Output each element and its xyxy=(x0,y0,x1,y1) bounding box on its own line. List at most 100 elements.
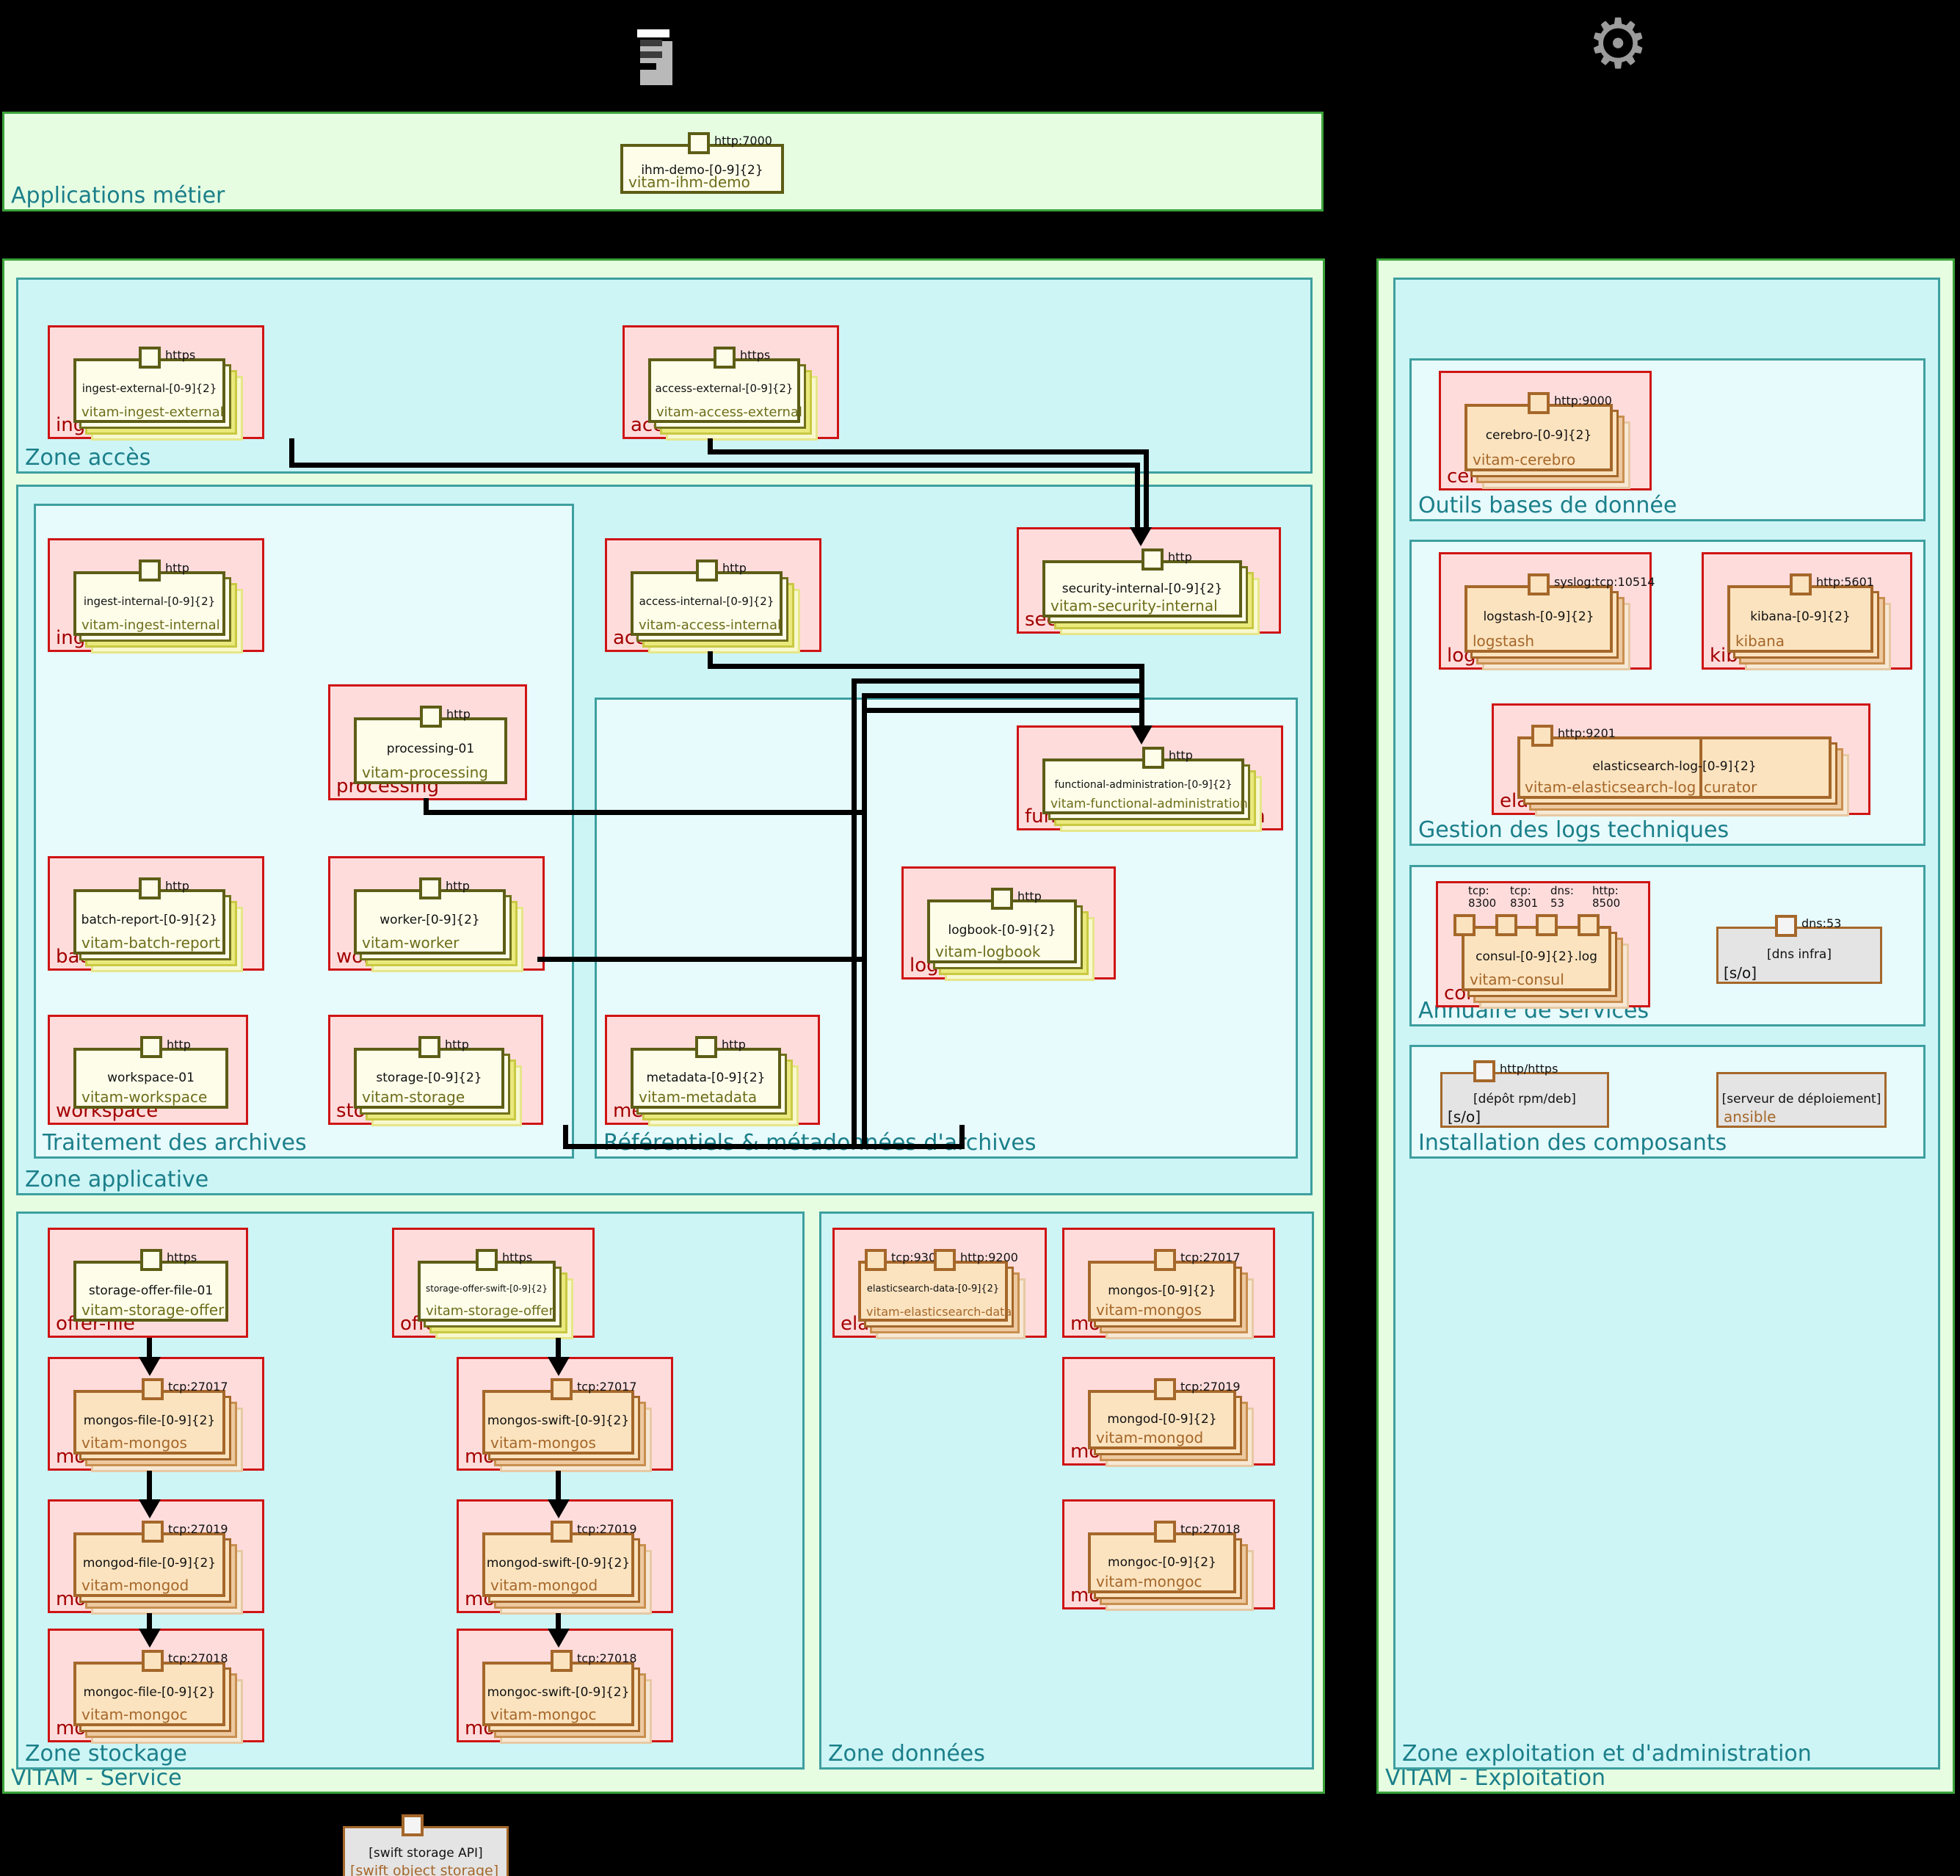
port-access-external xyxy=(714,347,736,369)
connector-line xyxy=(147,1338,152,1357)
card-line1: [swift storage API] xyxy=(345,1846,507,1861)
arrowhead xyxy=(139,1499,161,1518)
connector-line xyxy=(852,678,857,1144)
card-line2: [swift object storage] xyxy=(350,1863,498,1876)
port-offer-swift xyxy=(476,1249,498,1271)
card-line2: vitam-workspace xyxy=(81,1088,207,1106)
port-mongos-swift xyxy=(551,1378,573,1400)
port-label: http xyxy=(446,879,470,893)
card-line1: storage-[0-9]{2} xyxy=(357,1071,501,1085)
port-label: http xyxy=(167,1037,191,1051)
component-logstash: logstashlogstash-[0-9]{2}logstashsyslog:… xyxy=(1439,552,1652,670)
port-ingest-internal xyxy=(139,559,161,582)
card-line2: ansible xyxy=(1724,1108,1776,1126)
card-line2: vitam-batch-report xyxy=(81,934,220,952)
port-logstash xyxy=(1528,573,1550,595)
port-label: http xyxy=(1169,748,1193,762)
arrowhead xyxy=(548,1499,570,1518)
card-line1: worker-[0-9]{2} xyxy=(357,913,503,927)
card-line1: mongod-[0-9]{2} xyxy=(1091,1412,1233,1427)
component-metadata: metadatametadata-[0-9]{2}vitam-metadatah… xyxy=(605,1015,820,1125)
port-label: http:9200 xyxy=(960,1250,1018,1264)
card-line1: mongod-swift-[0-9]{2} xyxy=(485,1556,631,1571)
port-label: tcp:27018 xyxy=(1180,1522,1241,1536)
connector-line xyxy=(556,1338,561,1357)
port-label: tcp:27018 xyxy=(577,1651,637,1665)
port-storage xyxy=(418,1036,440,1058)
zone-label-donnees: Zone données xyxy=(828,1741,985,1767)
zone-label-install: Installation des composants xyxy=(1418,1130,1727,1156)
port-label: http:7000 xyxy=(714,134,772,148)
component-cerebro: cerebrocerebro-[0-9]{2}vitam-cerebrohttp… xyxy=(1439,371,1652,490)
card-elasticsearch-log: elasticsearch-log-[0-9]{2}vitam-elastics… xyxy=(1517,736,1832,799)
port-consul xyxy=(1578,914,1600,936)
card-line2: vitam-functional-administration xyxy=(1050,797,1248,811)
connector-line xyxy=(147,1471,152,1499)
zone-label-stockage: Zone stockage xyxy=(25,1741,187,1767)
port-functional-administration xyxy=(1142,747,1164,769)
port-label: http:5601 xyxy=(1816,575,1874,589)
card-line2: vitam-mongos xyxy=(1096,1301,1202,1319)
port-label: dns: 53 xyxy=(1550,885,1574,910)
zone-label-acces: Zone accès xyxy=(25,445,150,471)
component-elasticsearch-data: elasticsearch-dataelasticsearch-data-[0-… xyxy=(832,1228,1047,1338)
zone-label-exploit_admin: Zone exploitation et d'administration xyxy=(1402,1741,1812,1767)
arrowhead xyxy=(139,1357,161,1376)
card-line1: batch-report-[0-9]{2} xyxy=(76,913,222,927)
card-line2: vitam-mongos xyxy=(490,1434,596,1452)
arrowhead xyxy=(139,1629,161,1648)
card-line2: vitam-elasticsearch-data xyxy=(866,1305,1012,1319)
component-elasticsearch-log: elasticsearch-logelasticsearch-log-[0-9]… xyxy=(1492,703,1870,815)
card-line2: vitam-security-internal xyxy=(1050,597,1218,615)
card-line1: mongos-swift-[0-9]{2} xyxy=(485,1413,631,1428)
port-mongoc xyxy=(1154,1521,1176,1543)
connector-line xyxy=(289,463,1139,468)
card-line1: logstash-[0-9]{2} xyxy=(1467,609,1610,624)
component-mongos: mongosmongos-[0-9]{2}vitam-mongostcp:270… xyxy=(1062,1228,1275,1338)
card-dns-infra: [dns infra][s/o] xyxy=(1716,927,1882,984)
zone-label-outils: Outils bases de donnée xyxy=(1418,493,1677,518)
connector-line xyxy=(556,1613,561,1629)
connector-line xyxy=(862,693,1144,698)
port-metadata xyxy=(695,1036,717,1058)
port-ingest-external xyxy=(139,347,161,369)
port-label: http xyxy=(165,561,189,575)
port-label: tcp: 8301 xyxy=(1510,885,1538,910)
component-consul: consulconsul-[0-9]{2}.logvitam-consultcp… xyxy=(1436,881,1650,1007)
port-label: http xyxy=(1168,550,1192,564)
card-line1: [dns infra] xyxy=(1718,947,1880,962)
card-line2: vitam-mongoc xyxy=(490,1706,597,1723)
card-line2: vitam-mongoc xyxy=(81,1706,188,1723)
card-line2: vitam-storage-offer xyxy=(81,1301,224,1319)
card-line2: vitam-access-internal xyxy=(639,618,781,633)
card-line2: vitam-access-external xyxy=(656,405,802,420)
component-worker: workerworker-[0-9]{2}vitam-workerhttp xyxy=(328,856,545,971)
card-line1: ingest-internal-[0-9]{2} xyxy=(76,595,222,608)
port-label: https xyxy=(167,1250,197,1264)
port-consul xyxy=(1536,914,1558,936)
card-line2b: curator xyxy=(1704,778,1757,796)
arrowhead xyxy=(1130,725,1153,745)
card-line1: processing-01 xyxy=(357,742,504,756)
component-logbook: logbooklogbook-[0-9]{2}vitam-logbookhttp xyxy=(901,866,1116,979)
port-worker xyxy=(419,877,441,899)
port-processing xyxy=(420,706,442,728)
card-line1: mongos-[0-9]{2} xyxy=(1091,1283,1233,1298)
port-elasticsearch-log xyxy=(1531,725,1553,747)
card-line2: vitam-consul xyxy=(1470,971,1564,988)
component-batch-report: batch-reportbatch-report-[0-9]{2}vitam-b… xyxy=(48,856,264,971)
port-label: http:9000 xyxy=(1554,394,1612,408)
card-line2: vitam-storage xyxy=(362,1088,465,1106)
card-line1: access-internal-[0-9]{2} xyxy=(634,595,780,608)
card-line2: kibana xyxy=(1735,632,1785,650)
card-line2: vitam-mongod xyxy=(490,1576,598,1594)
port-depot xyxy=(1473,1060,1495,1082)
card-line1: cerebro-[0-9]{2} xyxy=(1467,428,1610,443)
port-workspace xyxy=(140,1036,162,1058)
card-line1: elasticsearch-data-[0-9]{2} xyxy=(861,1283,1005,1294)
connector-line xyxy=(563,1144,965,1149)
vitam-architecture-diagram: ⚙ Applications métierVITAM - ServiceVITA… xyxy=(0,0,1960,1876)
connector-line xyxy=(708,664,1144,669)
port-dns-infra xyxy=(1775,915,1797,937)
port-label: http xyxy=(722,1037,746,1051)
